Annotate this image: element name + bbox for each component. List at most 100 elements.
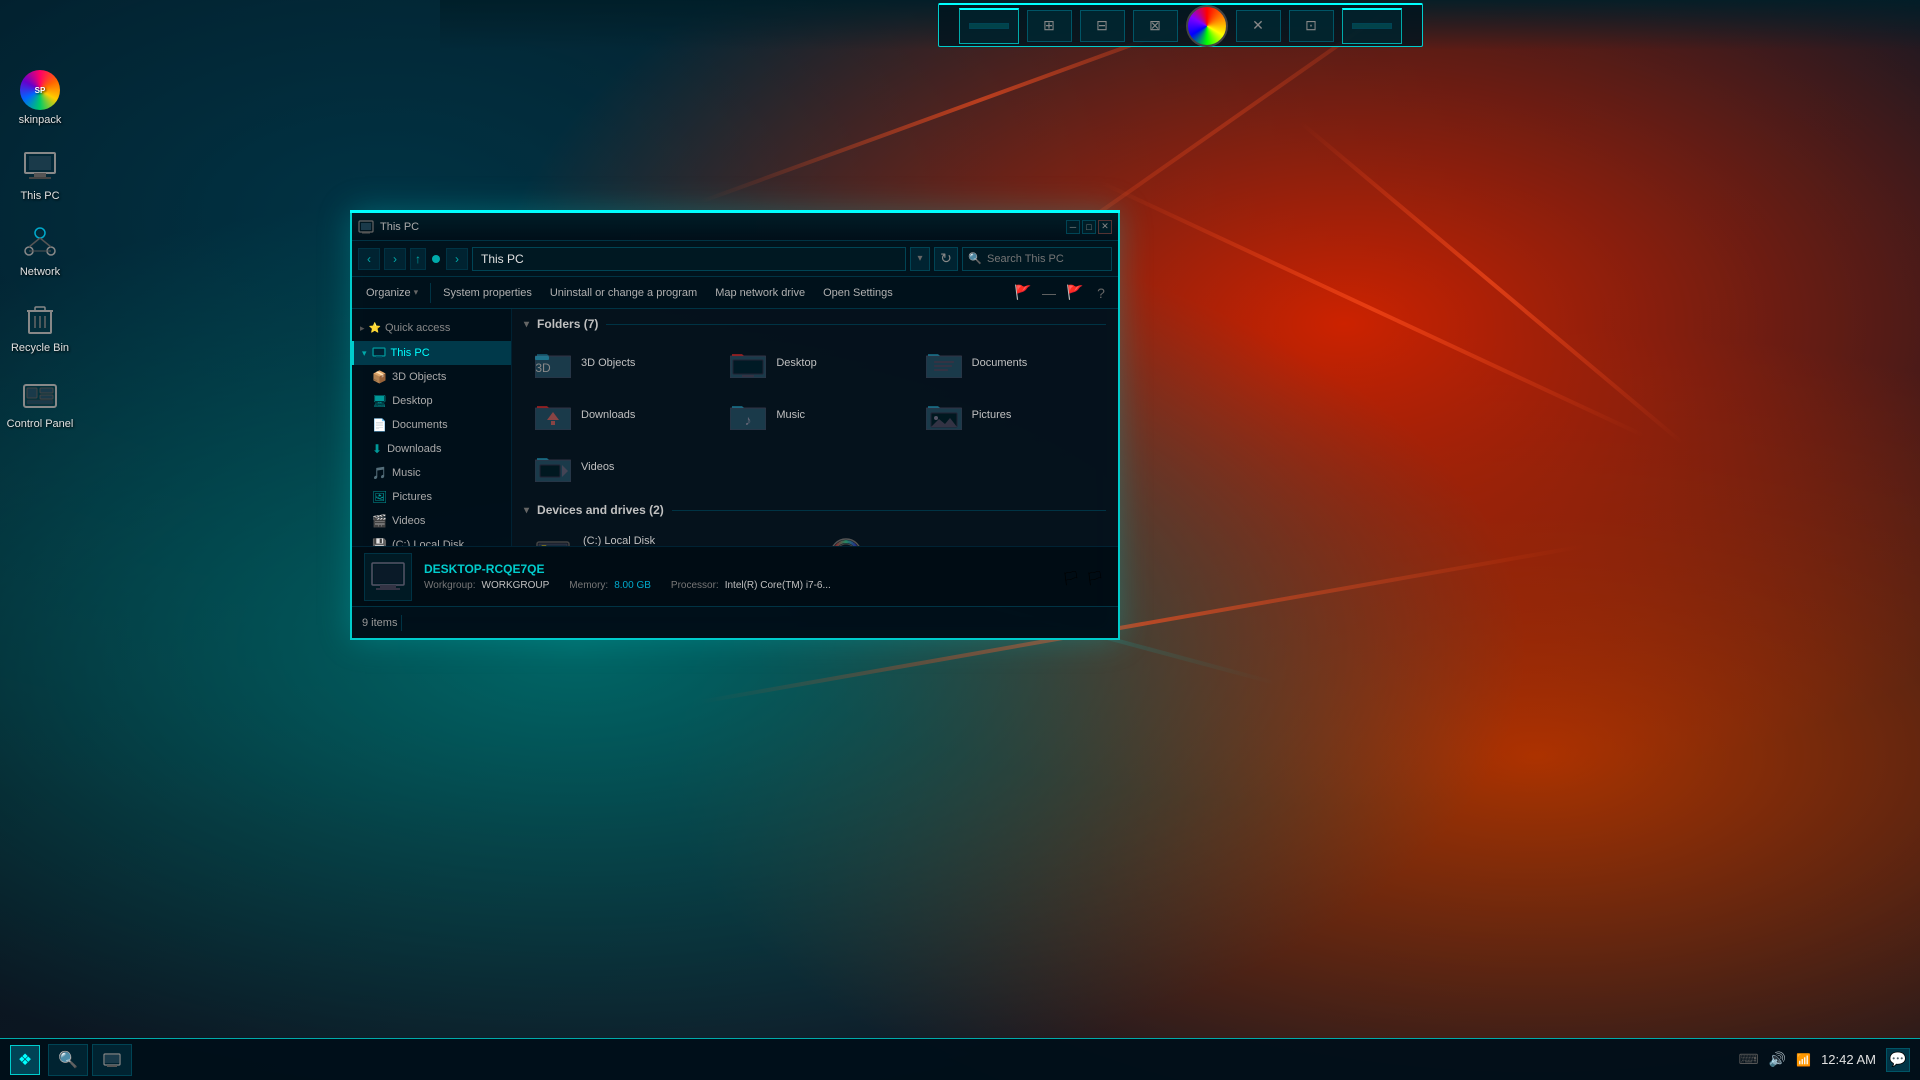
info-computer-name: DESKTOP-RCQE7QE: [424, 562, 831, 576]
folder-item-pictures[interactable]: Pictures: [915, 391, 1106, 439]
sidebar-videos-label: Videos: [392, 515, 425, 527]
this-pc-sidebar-icon: [372, 346, 386, 360]
desktop-icon-this-pc[interactable]: This PC: [5, 146, 75, 202]
desktop-icon-skinpack[interactable]: SP skinpack: [5, 70, 75, 126]
sidebar-this-pc[interactable]: ▾ This PC: [352, 341, 511, 365]
control-panel-label: Control Panel: [7, 418, 74, 430]
topbar-btn-5[interactable]: ⊡: [1289, 10, 1334, 42]
system-properties-button[interactable]: System properties: [435, 281, 540, 305]
drives-grid: ⊞ (C:) Local Disk 28.5 GB free of 49.4 G…: [524, 525, 1106, 546]
maximize-button[interactable]: □: [1082, 220, 1096, 234]
window-addressbar: ‹ › ↑ › This PC ▾ ↻ 🔍: [352, 241, 1118, 277]
folders-chevron: ▾: [524, 319, 529, 330]
drives-section-header: ▾ Devices and drives (2): [524, 503, 1106, 517]
desktop-icons-container: SP skinpack This PC Netwo: [0, 60, 80, 440]
sidebar-item-pictures[interactable]: 🖼 Pictures: [352, 485, 511, 509]
info-memory-label: Memory:: [569, 580, 608, 591]
notification-button[interactable]: 💬: [1886, 1048, 1910, 1072]
close-button[interactable]: ✕: [1098, 220, 1112, 234]
open-settings-button[interactable]: Open Settings: [815, 281, 901, 305]
drive-c-info: (C:) Local Disk 28.5 GB free of 49.4 GB: [583, 535, 690, 547]
topbar-btn-1[interactable]: ⊞: [1027, 10, 1072, 42]
drive-item-c[interactable]: ⊞ (C:) Local Disk 28.5 GB free of 49.4 G…: [524, 525, 813, 546]
skinpack-icon: SP: [20, 70, 60, 110]
sidebar-item-downloads[interactable]: ⬇ Downloads: [352, 437, 511, 461]
topbar-btn-2[interactable]: ⊟: [1080, 10, 1125, 42]
back-button[interactable]: ‹: [358, 248, 380, 270]
info-workgroup-value: WORKGROUP: [482, 580, 550, 591]
status-separator: [401, 615, 402, 631]
drives-header-line: [672, 510, 1106, 511]
taskbar-search-button[interactable]: 🔍: [48, 1044, 88, 1076]
map-drive-button[interactable]: Map network drive: [707, 281, 813, 305]
window-statusbar: 9 items: [352, 606, 1118, 638]
topbar-btn-3[interactable]: ⊠: [1133, 10, 1178, 42]
info-pc-icon: [364, 553, 412, 601]
folder-downloads-name: Downloads: [581, 409, 635, 421]
taskbar-tray-icon-1: ⌨: [1738, 1051, 1758, 1068]
quick-access-label: Quick access: [385, 322, 450, 334]
folder-item-documents[interactable]: Documents: [915, 339, 1106, 387]
status-flag-1: 🏳: [1062, 570, 1082, 584]
search-input[interactable]: [962, 247, 1112, 271]
sidebar-item-videos[interactable]: 🎬 Videos: [352, 509, 511, 533]
folder-videos-name: Videos: [581, 461, 614, 473]
search-wrapper: 🔍: [962, 247, 1112, 271]
info-details: DESKTOP-RCQE7QE Workgroup: WORKGROUP Mem…: [424, 562, 831, 591]
sidebar-item-documents[interactable]: 📄 Documents: [352, 413, 511, 437]
folder-documents-name: Documents: [972, 357, 1028, 369]
organize-chevron: ▾: [414, 287, 419, 298]
organize-button[interactable]: Organize ▾: [358, 281, 426, 305]
folder-item-downloads[interactable]: Downloads: [524, 391, 715, 439]
desktop-icon-recycle-bin[interactable]: Recycle Bin: [5, 298, 75, 354]
folders-header-text: Folders (7): [537, 317, 598, 331]
folder-videos-icon: [533, 450, 573, 484]
sidebar-pictures-icon: 🖼: [372, 490, 387, 504]
sidebar-downloads-label: Downloads: [387, 443, 441, 455]
drive-c-name: (C:) Local Disk: [583, 535, 690, 547]
breadcrumb-prev[interactable]: ›: [446, 248, 468, 270]
info-workgroup-label: Workgroup:: [424, 580, 476, 591]
topbar-color-wheel: [1186, 5, 1228, 47]
topbar-btn-4[interactable]: ✕: [1236, 10, 1281, 42]
start-button[interactable]: ❖: [10, 1045, 40, 1075]
folder-item-videos[interactable]: Videos: [524, 443, 715, 491]
search-icon: 🔍: [968, 252, 982, 265]
taskbar-tray-icon-2: 🔊: [1769, 1051, 1786, 1068]
desktop-icon-control-panel[interactable]: Control Panel: [5, 374, 75, 430]
folder-3dobjects-icon: 3D: [533, 346, 573, 380]
uninstall-button[interactable]: Uninstall or change a program: [542, 281, 705, 305]
sidebar-3dobjects-label: 3D Objects: [392, 371, 446, 383]
forward-button[interactable]: ›: [384, 248, 406, 270]
top-bar-inner: ⊞ ⊟ ⊠ ✕ ⊡: [938, 3, 1423, 47]
minimize-button[interactable]: ─: [1066, 220, 1080, 234]
help-button[interactable]: ?: [1090, 282, 1112, 304]
svg-text:♪: ♪: [745, 412, 752, 428]
address-field[interactable]: This PC: [472, 247, 906, 271]
folder-item-desktop[interactable]: Desktop: [719, 339, 910, 387]
drive-item-d[interactable]: (D:) CD Drive: [817, 525, 1106, 546]
sidebar-item-local-disk[interactable]: 💾 (C:) Local Disk: [352, 533, 511, 546]
flag-icon-1: 🚩: [1012, 282, 1034, 304]
folders-section-header: ▾ Folders (7): [524, 317, 1106, 331]
folders-header-line: [606, 324, 1106, 325]
control-panel-icon: [20, 374, 60, 414]
sidebar-documents-label: Documents: [392, 419, 448, 431]
folder-item-3dobjects[interactable]: 3D 3D Objects: [524, 339, 715, 387]
window-infopanel: DESKTOP-RCQE7QE Workgroup: WORKGROUP Mem…: [352, 546, 1118, 606]
desktop-icon-network[interactable]: Network: [5, 222, 75, 278]
recycle-bin-icon: [20, 298, 60, 338]
skinpack-label: skinpack: [19, 114, 62, 126]
up-button[interactable]: ↑: [410, 248, 426, 270]
folder-documents-icon: [924, 346, 964, 380]
info-specs: Workgroup: WORKGROUP Memory: 8.00 GB Pro…: [424, 580, 831, 591]
sidebar-item-desktop[interactable]: 🖥 Desktop: [352, 389, 511, 413]
address-dropdown[interactable]: ▾: [910, 247, 930, 271]
sidebar-desktop-label: Desktop: [392, 395, 432, 407]
sidebar-quick-access[interactable]: ▸ ⭐ Quick access: [352, 315, 511, 341]
sidebar-item-3dobjects[interactable]: 📦 3D Objects: [352, 365, 511, 389]
folder-item-music[interactable]: ♪ Music: [719, 391, 910, 439]
sidebar-item-music[interactable]: 🎵 Music: [352, 461, 511, 485]
refresh-button[interactable]: ↻: [934, 247, 958, 271]
taskbar-explorer-button[interactable]: [92, 1044, 132, 1076]
